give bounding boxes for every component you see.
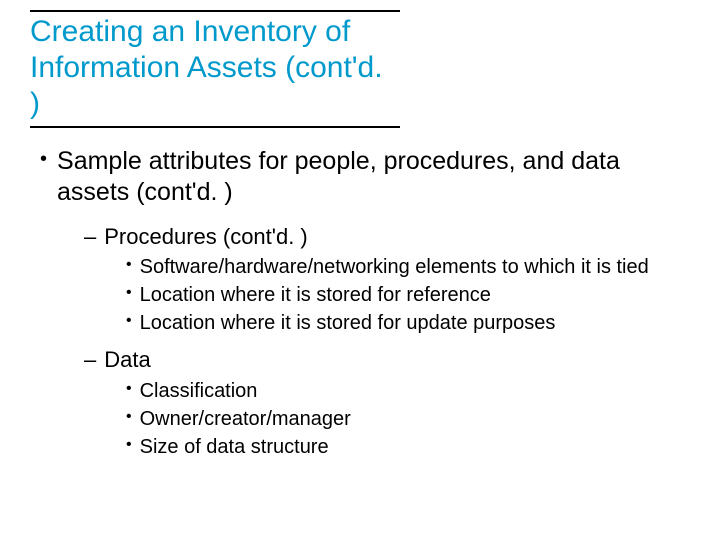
bullet-level-2: – Data xyxy=(84,346,690,375)
bullet-dash-icon: – xyxy=(84,346,96,375)
slide-title: Creating an Inventory of Information Ass… xyxy=(30,14,400,122)
bullet-dot-icon: • xyxy=(40,146,47,172)
bullet-level-2: – Procedures (cont'd. ) xyxy=(84,223,690,252)
bullet-l3-text: Software/hardware/networking elements to… xyxy=(140,254,649,280)
bullet-l1-text: Sample attributes for people, procedures… xyxy=(57,146,690,209)
bullet-level-1: • Sample attributes for people, procedur… xyxy=(30,146,690,209)
bullet-dot-icon: • xyxy=(126,434,132,456)
bullet-dot-icon: • xyxy=(126,310,132,332)
bullet-l2-text: Data xyxy=(104,346,150,375)
bullet-level-3: • Software/hardware/networking elements … xyxy=(126,254,690,280)
bullet-dot-icon: • xyxy=(126,406,132,428)
bullet-level-3: • Size of data structure xyxy=(126,434,690,460)
bullet-l3-text: Location where it is stored for update p… xyxy=(140,310,556,336)
bullet-dot-icon: • xyxy=(126,254,132,276)
bullet-l3-text: Size of data structure xyxy=(140,434,329,460)
bullet-l3-text: Owner/creator/manager xyxy=(140,406,351,432)
bullet-level-3: • Owner/creator/manager xyxy=(126,406,690,432)
bullet-level-3: • Location where it is stored for update… xyxy=(126,310,690,336)
bullet-level-3: • Classification xyxy=(126,378,690,404)
bullet-l3-text: Location where it is stored for referenc… xyxy=(140,282,491,308)
bullet-dot-icon: • xyxy=(126,282,132,304)
bullet-l2-text: Procedures (cont'd. ) xyxy=(104,223,308,252)
bullet-l3-text: Classification xyxy=(140,378,258,404)
title-block: Creating an Inventory of Information Ass… xyxy=(30,10,400,128)
bullet-level-3: • Location where it is stored for refere… xyxy=(126,282,690,308)
bullet-dot-icon: • xyxy=(126,378,132,400)
bullet-dash-icon: – xyxy=(84,223,96,252)
